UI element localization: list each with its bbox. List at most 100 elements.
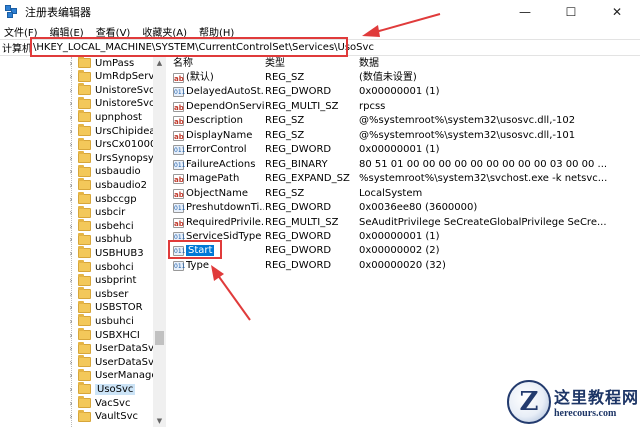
scroll-down-arrow[interactable]: ▼: [153, 415, 166, 427]
tree-item[interactable]: › UnistoreSvc_4: [66, 96, 165, 111]
list-header: 名称 类型 数据: [167, 57, 640, 71]
folder-icon: [78, 287, 91, 300]
tree-item-label: VaultSvc: [95, 411, 138, 423]
value-data: %systemroot%\system32\svchost.exe -k net…: [359, 173, 608, 185]
maximize-button[interactable]: ☐: [548, 0, 594, 23]
expand-chevron-icon[interactable]: ›: [66, 195, 76, 204]
header-data[interactable]: 数据: [359, 57, 379, 71]
tree-item[interactable]: › UrsChipidea: [66, 124, 156, 138]
value-row[interactable]: ab ImagePath REG_EXPAND_SZ %systemroot%\sys…: [167, 172, 640, 187]
tree-item[interactable]: › UserManager: [66, 368, 162, 383]
tree-item[interactable]: › usbccgp: [66, 192, 137, 206]
value-row[interactable]: 011 Start REG_DWORD 0x00000002 (2): [167, 244, 640, 259]
tree-item[interactable]: › usbuhci: [66, 314, 134, 328]
value-row[interactable]: ab DisplayName REG_SZ @%systemroot%\system3…: [167, 129, 640, 144]
expand-chevron-icon[interactable]: ›: [66, 317, 76, 326]
minimize-button[interactable]: —: [502, 0, 548, 23]
expand-chevron-icon[interactable]: ›: [66, 344, 76, 353]
tree-item[interactable]: › VaultSvc: [66, 409, 138, 424]
value-row[interactable]: 011 ServiceSidType REG_DWORD 0x00000001 (1): [167, 230, 640, 245]
expand-chevron-icon[interactable]: ›: [66, 290, 76, 299]
tree-item[interactable]: › UmRdpServic: [66, 69, 163, 84]
tree-item[interactable]: › UserDataSvc_4: [66, 355, 165, 369]
value-row[interactable]: 011 Type REG_DWORD 0x00000020 (32): [167, 259, 640, 274]
value-row[interactable]: 011 ErrorControl REG_DWORD 0x00000001 (1): [167, 143, 640, 158]
value-row[interactable]: ab ObjectName REG_SZ LocalSystem: [167, 187, 640, 202]
tree-item[interactable]: › USBHUB3: [66, 246, 144, 260]
value-row[interactable]: 011 PreshutdownTi... REG_DWORD 0x0036ee80 (…: [167, 201, 640, 216]
folder-icon: [78, 83, 91, 96]
value-data: (数值未设置): [359, 72, 417, 83]
value-row[interactable]: 011 FailureActions REG_BINARY 80 51 01 00 0…: [167, 158, 640, 173]
tree-item[interactable]: usbohci: [66, 260, 134, 274]
tree-item[interactable]: › UrsCx01000: [66, 137, 156, 152]
tree-scrollbar[interactable]: ▲ ▼: [153, 57, 166, 427]
folder-icon: [78, 110, 91, 123]
tree-item[interactable]: › USBXHCI: [66, 328, 140, 342]
folder-icon: [78, 164, 91, 177]
value-data: 0x00000002 (2): [359, 245, 440, 257]
value-name: ObjectName: [186, 187, 264, 202]
tree-item[interactable]: › usbaudio: [66, 164, 141, 179]
close-button[interactable]: ✕: [594, 0, 640, 23]
expand-chevron-icon[interactable]: ›: [66, 59, 76, 68]
expand-chevron-icon[interactable]: ›: [66, 72, 76, 81]
folder-icon: [78, 328, 91, 340]
expand-chevron-icon[interactable]: ›: [66, 208, 76, 217]
expand-chevron-icon[interactable]: ›: [66, 127, 76, 136]
tree-item[interactable]: › upnphost: [66, 110, 142, 124]
expand-chevron-icon[interactable]: ›: [66, 303, 76, 312]
scroll-up-arrow[interactable]: ▲: [153, 57, 166, 69]
expand-chevron-icon[interactable]: ›: [66, 181, 76, 190]
tree-item[interactable]: › usbser: [66, 287, 128, 301]
tree-item[interactable]: › UserDataSvc: [66, 341, 159, 356]
tree-item[interactable]: › UmPass: [66, 57, 134, 70]
tree-item[interactable]: › USBSTOR: [66, 300, 143, 315]
scrollbar-thumb[interactable]: [155, 331, 164, 345]
expand-chevron-icon[interactable]: ›: [66, 371, 76, 380]
window-title: 注册表编辑器: [25, 5, 91, 19]
expand-chevron-icon[interactable]: ›: [66, 331, 76, 340]
value-data: @%systemroot%\system32\usosvc.dll,-101: [359, 129, 576, 141]
tree-item[interactable]: › usbhub: [66, 232, 132, 247]
value-name: RequiredPrivile...: [186, 216, 264, 231]
expand-chevron-icon[interactable]: ›: [66, 113, 76, 122]
expand-chevron-icon[interactable]: ›: [66, 99, 76, 108]
expand-chevron-icon[interactable]: ›: [66, 385, 76, 394]
value-name-text: PreshutdownTi...: [186, 202, 264, 214]
expand-chevron-icon[interactable]: ›: [66, 140, 76, 149]
value-row[interactable]: ab RequiredPrivile... REG_MULTI_SZ SeAuditP…: [167, 216, 640, 231]
expand-chevron-icon[interactable]: ›: [66, 276, 76, 285]
tree-item[interactable]: › UrsSynopsys: [66, 151, 159, 165]
expand-chevron-icon[interactable]: ›: [66, 412, 76, 421]
expand-chevron-icon[interactable]: ›: [66, 86, 76, 95]
tree-item[interactable]: › usbprint: [66, 273, 136, 288]
string-value-icon: ab: [173, 130, 184, 141]
expand-chevron-icon[interactable]: ›: [66, 222, 76, 231]
folder-icon: [78, 232, 91, 245]
value-row[interactable]: 011 DelayedAutoSt... REG_DWORD 0x00000001 (…: [167, 85, 640, 100]
expand-chevron-icon[interactable]: ›: [66, 167, 76, 176]
folder-icon: [78, 273, 91, 286]
tree-item[interactable]: › VacSvc: [66, 396, 130, 410]
binary-value-icon: 011: [173, 145, 186, 156]
value-row[interactable]: abDependOnServi...REG_MULTI_SZ rpcss: [167, 100, 640, 115]
expand-chevron-icon[interactable]: ›: [66, 358, 76, 367]
string-value-icon: ab: [173, 73, 184, 83]
tree-item[interactable]: › usbcir: [66, 205, 125, 220]
value-name: DelayedAutoSt...: [186, 85, 264, 100]
header-type[interactable]: 类型: [265, 57, 285, 71]
expand-chevron-icon[interactable]: ›: [66, 235, 76, 244]
value-type: REG_SZ: [265, 115, 305, 127]
value-name-text: DisplayName: [186, 129, 253, 141]
tree-item[interactable]: › usbaudio2: [66, 178, 147, 192]
value-row[interactable]: ab Description REG_SZ @%systemroot%\system3…: [167, 114, 640, 129]
expand-chevron-icon[interactable]: ›: [66, 154, 76, 163]
header-name[interactable]: 名称: [173, 57, 193, 71]
tree-item[interactable]: › usbehci: [66, 219, 134, 233]
tree-item[interactable]: › UsoSvc: [66, 382, 136, 396]
value-row[interactable]: ab (默认) REG_SZ (数值未设置): [167, 71, 640, 86]
tree-item[interactable]: › UnistoreSvc: [66, 83, 155, 97]
expand-chevron-icon[interactable]: ›: [66, 399, 76, 408]
expand-chevron-icon[interactable]: ›: [66, 249, 76, 258]
